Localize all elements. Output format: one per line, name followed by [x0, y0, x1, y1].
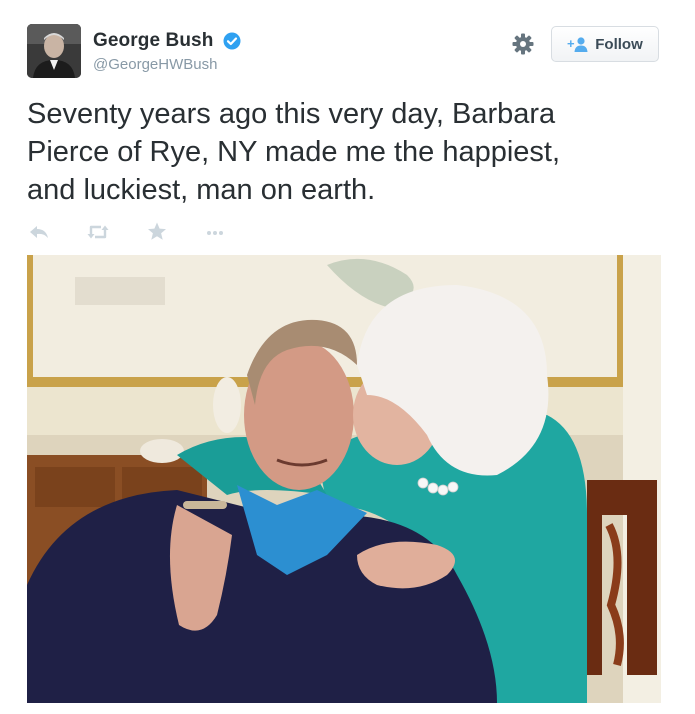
- retweet-icon[interactable]: [86, 220, 110, 244]
- tweet-text: Seventy years ago this very day, Barbara…: [27, 98, 561, 206]
- svg-text:+: +: [567, 36, 575, 51]
- add-user-icon: +: [567, 36, 588, 52]
- reply-icon[interactable]: [27, 220, 51, 244]
- more-icon[interactable]: [203, 220, 227, 244]
- tweet-card: George Bush @GeorgeHWBush + Follow Seven…: [0, 0, 695, 714]
- author-handle[interactable]: @GeorgeHWBush: [93, 56, 217, 73]
- avatar[interactable]: [27, 24, 81, 78]
- follow-button[interactable]: + Follow: [551, 26, 659, 62]
- follow-button-label: Follow: [595, 35, 643, 53]
- tweet-photo[interactable]: [27, 255, 661, 703]
- verified-badge-icon: [223, 32, 241, 50]
- author-name[interactable]: George Bush: [93, 30, 213, 52]
- favorite-icon[interactable]: [145, 220, 169, 244]
- gear-icon[interactable]: [512, 33, 534, 55]
